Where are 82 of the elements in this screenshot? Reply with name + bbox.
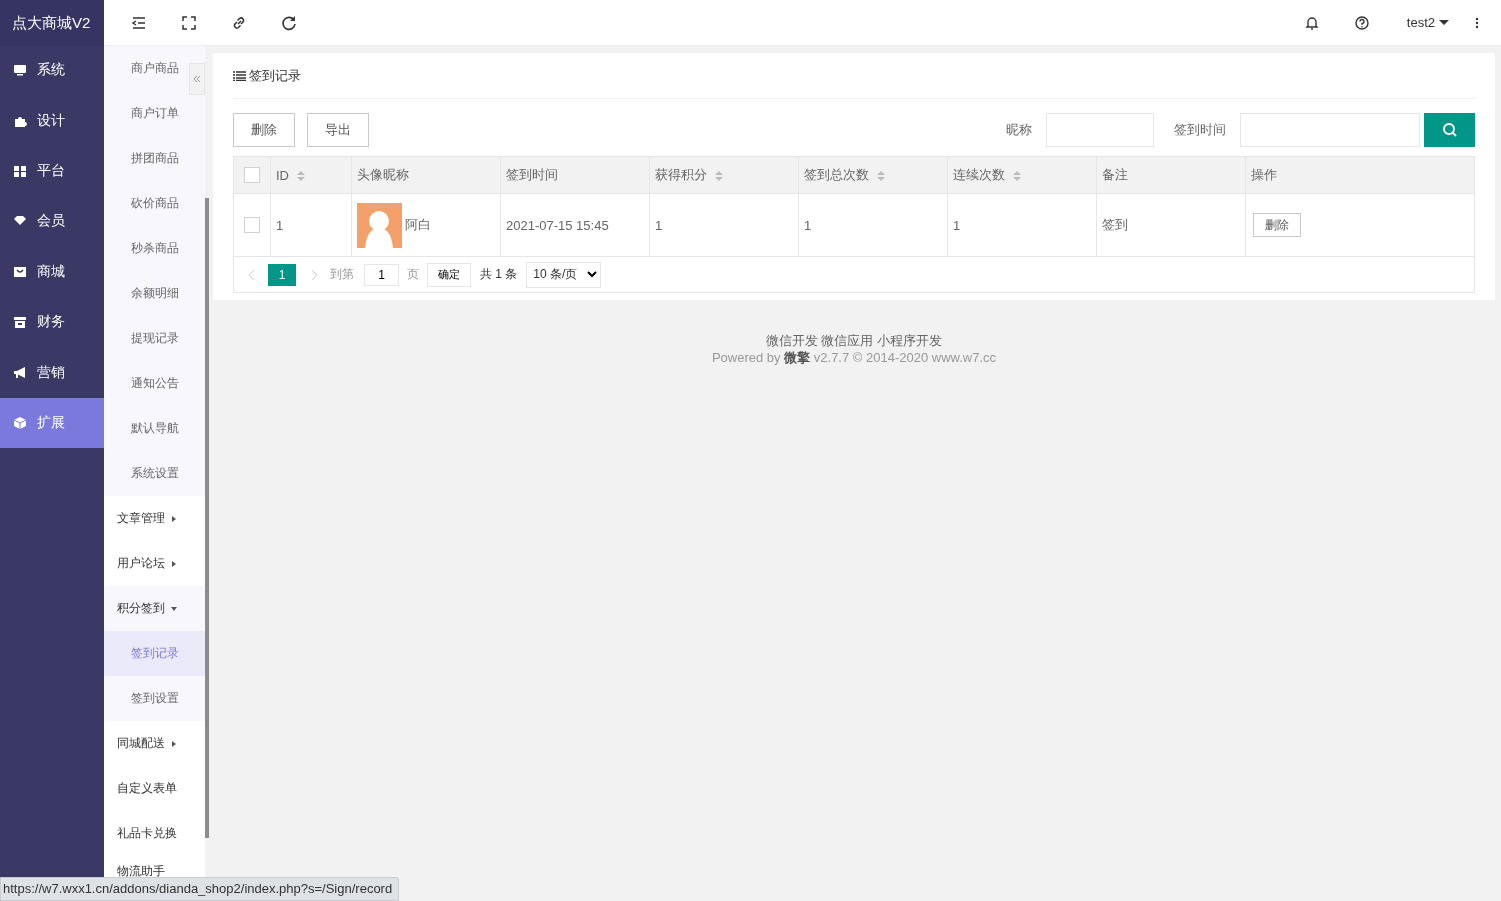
submenu-group[interactable]: 积分签到 <box>104 586 205 631</box>
submenu-item[interactable]: 商户订单 <box>104 91 205 136</box>
confirm-button[interactable]: 确定 <box>427 262 471 287</box>
toolbar-button[interactable]: 导出 <box>307 113 369 147</box>
brand-logo: 点大商城V2 <box>0 0 104 45</box>
toolbar-button[interactable]: 删除 <box>233 113 295 147</box>
nav-item[interactable]: 设计 <box>0 95 104 146</box>
search-icon <box>1441 122 1458 138</box>
submenu-item[interactable]: 签到设置 <box>104 676 205 721</box>
nav-item[interactable]: 会员 <box>0 196 104 247</box>
caret-right-icon <box>171 560 177 567</box>
caret-down-icon <box>171 605 177 612</box>
panel-title: 签到记录 <box>249 66 301 85</box>
column-header: 签到时间 <box>500 156 650 194</box>
fullscreen-icon[interactable] <box>180 13 198 32</box>
help-icon[interactable] <box>1352 13 1371 32</box>
column-header: 备注 <box>1096 156 1246 194</box>
submenu-item[interactable]: 秒杀商品 <box>104 226 205 271</box>
nav-icon <box>13 415 27 430</box>
nav-item[interactable]: 财务 <box>0 296 104 348</box>
checkbox[interactable] <box>244 167 260 183</box>
nav-icon <box>13 163 27 178</box>
search-button[interactable] <box>1424 113 1475 147</box>
submenu-item[interactable]: 系统设置 <box>104 451 205 496</box>
table-cell: 1 <box>276 217 284 233</box>
table-cell: 签到 <box>1102 217 1128 232</box>
column-header[interactable]: 签到总次数 <box>798 156 948 194</box>
nav-item[interactable]: 系统 <box>0 45 104 96</box>
user-menu[interactable]: test2 <box>1400 14 1455 31</box>
sort-icon[interactable] <box>715 170 723 181</box>
copyright-text: Powered by 微擎 v2.7.7 © 2014-2020 www.w7.cc <box>710 349 998 366</box>
chevron-down-icon <box>587 271 598 278</box>
nav-item[interactable]: 平台 <box>0 145 104 197</box>
nav-icon <box>13 365 27 380</box>
more-icon[interactable] <box>1475 15 1479 30</box>
nav-icon <box>13 315 27 330</box>
sort-icon[interactable] <box>1013 170 1021 181</box>
sort-icon[interactable] <box>877 170 885 181</box>
delete-button[interactable]: 删除 <box>1253 213 1301 237</box>
nav-item[interactable]: 扩展 <box>0 397 104 449</box>
submenu-item[interactable]: 商户商品 <box>104 46 205 91</box>
filter-label: 签到时间 <box>1174 121 1226 139</box>
total-count: 共 1 条 <box>480 266 518 283</box>
avatar-icon <box>357 202 402 248</box>
column-header: 头像昵称 <box>351 156 501 194</box>
nav-icon <box>13 264 27 279</box>
page-size-select[interactable]: 10 条/页 <box>526 261 602 288</box>
filter-input[interactable] <box>1240 113 1420 147</box>
page-input[interactable]: 1 <box>364 263 399 286</box>
submenu-item[interactable]: 通知公告 <box>104 361 205 406</box>
footer-links: 微信开发 微信应用 小程序开发 <box>764 332 944 349</box>
checkbox[interactable] <box>244 217 260 233</box>
status-url: https://w7.wxx1.cn/addons/dianda_shop2/index.php?s=/Sign/record <box>0 877 400 901</box>
caret-down-icon <box>1439 19 1449 26</box>
nav-item[interactable]: 营销 <box>0 347 104 398</box>
filter-input[interactable] <box>1046 113 1154 147</box>
goto-label: 到第 <box>330 266 354 283</box>
submenu-item[interactable]: 余额明细 <box>104 271 205 316</box>
list-icon <box>233 70 246 81</box>
table-cell: 2021-07-15 15:45 <box>506 217 609 233</box>
nav-icon <box>13 63 27 78</box>
filter-label: 昵称 <box>1006 121 1032 139</box>
page-unit: 页 <box>407 266 419 283</box>
column-header[interactable]: ID <box>270 156 352 194</box>
page-button[interactable]: 1 <box>268 263 296 286</box>
table-cell: 1 <box>655 217 663 233</box>
caret-right-icon <box>171 515 177 522</box>
column-header: 操作 <box>1245 156 1475 194</box>
submenu-item[interactable]: 拼团商品 <box>104 136 205 181</box>
collapse-button[interactable] <box>189 63 205 95</box>
collapse-icon <box>193 75 201 83</box>
submenu-item[interactable]: 提现记录 <box>104 316 205 361</box>
column-header[interactable]: 连续次数 <box>947 156 1097 194</box>
caret-right-icon <box>171 740 177 747</box>
table-cell: 1 <box>953 217 961 233</box>
submenu-item[interactable]: 默认导航 <box>104 406 205 451</box>
submenu-item[interactable]: 砍价商品 <box>104 181 205 226</box>
nav-item[interactable]: 商城 <box>0 246 104 297</box>
sort-icon[interactable] <box>297 171 305 182</box>
nickname: 阿白 <box>405 216 431 234</box>
column-header[interactable]: 获得积分 <box>649 156 799 194</box>
table-cell: 1 <box>804 217 812 233</box>
